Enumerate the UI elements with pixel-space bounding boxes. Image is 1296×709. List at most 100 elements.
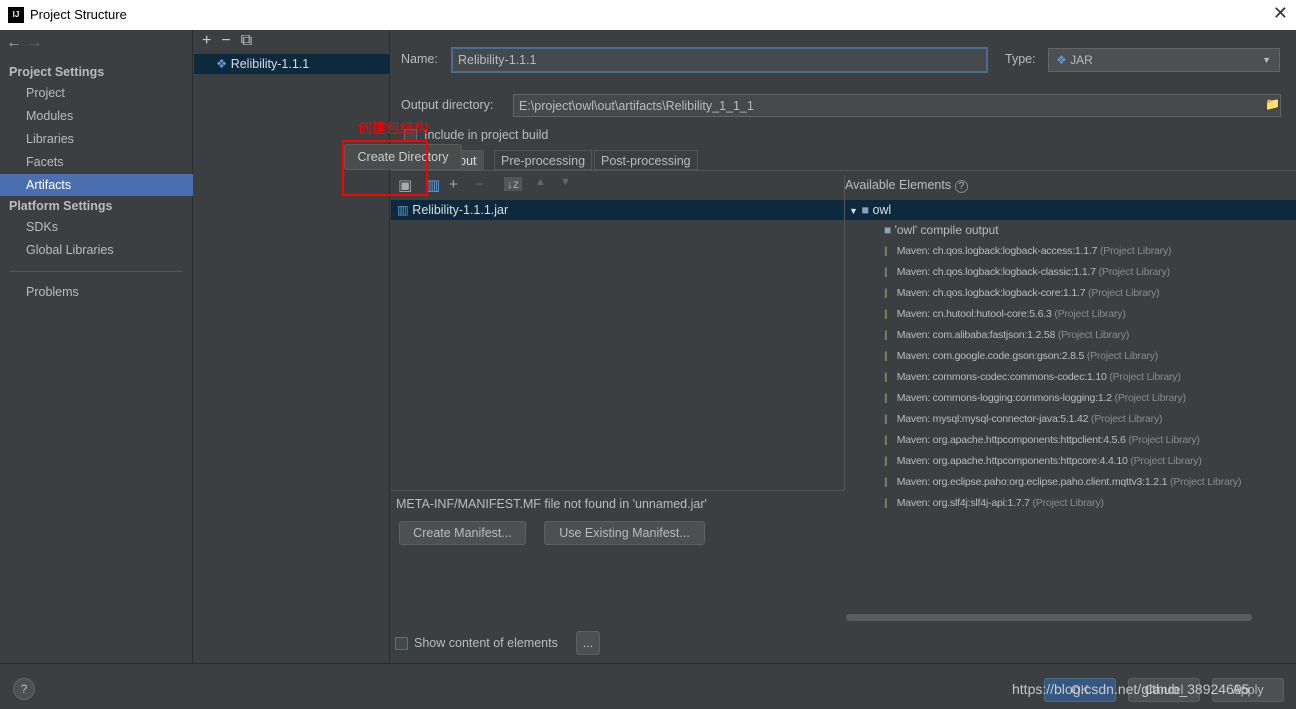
library-name: Maven: org.apache.httpcomponents:httpcli… [896,434,1126,446]
module-folder-icon: ■ [861,203,869,217]
folder-icon[interactable]: 📁 [1265,97,1280,111]
copy-icon[interactable]: ⧉ [241,32,262,49]
sidebar-item-libraries[interactable]: Libraries [26,132,74,146]
tab-pre-processing[interactable]: Pre-processing [494,150,593,170]
library-icon: ||| [884,477,888,488]
include-label: Include in project build [424,128,549,142]
library-item[interactable]: ||| Maven: ch.qos.logback:logback-classi… [884,266,1170,278]
chevron-down-icon: ▼ [1262,55,1271,65]
sidebar: ← → Project Settings Project Modules Lib… [0,30,193,663]
sidebar-item-project[interactable]: Project [26,86,65,100]
watermark: https://blog.csdn.net/github_38924695 [1012,681,1250,697]
library-name: Maven: org.slf4j:slf4j-api:1.7.7 [896,497,1030,509]
library-item[interactable]: ||| Maven: org.slf4j:slf4j-api:1.7.7 (Pr… [884,497,1104,509]
library-name: Maven: cn.hutool:hutool-core:5.6.3 [896,308,1052,320]
sidebar-item-problems[interactable]: Problems [26,285,79,299]
available-title-text: Available Elements [845,178,952,192]
library-icon: ||| [884,393,888,404]
artifact-editor: Name: Type: ❖ JAR ▼ Output directory: 📁 I… [391,30,1296,663]
library-icon: ||| [884,372,888,383]
remove-icon[interactable]: − [475,176,484,193]
title-bar: IJ Project Structure ✕ [0,0,1296,30]
library-tag: (Project Library) [1086,350,1159,362]
tree-item-jar[interactable]: ▥ Relibility-1.1.1.jar [391,200,844,220]
sidebar-item-artifacts[interactable]: Artifacts [0,174,193,196]
forward-icon[interactable]: → [26,34,42,51]
divider [391,490,844,491]
library-icon: ||| [884,351,888,362]
library-name: Maven: com.alibaba:fastjson:1.2.58 [896,329,1056,341]
create-manifest-button[interactable]: Create Manifest... [399,521,526,545]
library-item[interactable]: ||| Maven: org.apache.httpcomponents:htt… [884,455,1202,467]
platform-settings-heading: Platform Settings [9,199,113,213]
add-jar-icon[interactable]: ▥ [426,176,440,194]
jar-icon: ❖ [1056,53,1067,67]
add-icon[interactable]: + [449,176,458,193]
library-icon: ||| [884,330,888,341]
help-icon[interactable]: ? [954,180,969,193]
library-icon: ||| [884,456,888,467]
sort-icon[interactable]: ↓z [504,177,522,191]
show-content-checkbox[interactable] [395,637,408,650]
library-icon: ||| [884,288,888,299]
library-name: Maven: org.apache.httpcomponents:httpcor… [896,455,1128,467]
library-item[interactable]: ||| Maven: ch.qos.logback:logback-core:1… [884,287,1160,299]
library-item[interactable]: ||| Maven: mysql:mysql-connector-java:5.… [884,413,1163,425]
move-up-icon[interactable]: ▲ [535,176,546,188]
sidebar-item-modules[interactable]: Modules [26,109,73,123]
divider [391,170,1296,171]
tab-post-processing[interactable]: Post-processing [594,150,698,170]
output-directory-input[interactable] [513,94,1281,117]
add-icon[interactable]: + [202,32,221,49]
back-icon[interactable]: ← [6,34,22,51]
compile-output-item[interactable]: ■ 'owl' compile output [884,223,999,237]
help-button[interactable]: ? [13,678,35,700]
jar-icon: ▥ [397,203,409,217]
library-tag: (Project Library) [1114,392,1186,404]
artifact-item[interactable]: ❖ Relibility-1.1.1 [194,54,390,74]
remove-icon[interactable]: − [221,32,240,49]
sidebar-item-facets[interactable]: Facets [26,155,64,169]
library-name: Maven: commons-logging:commons-logging:1… [896,392,1112,404]
library-item[interactable]: ||| Maven: com.alibaba:fastjson:1.2.58 (… [884,329,1129,341]
window-title: Project Structure [30,7,127,22]
more-button[interactable]: ... [576,631,600,655]
name-label: Name: [401,52,438,66]
library-name: Maven: ch.qos.logback:logback-access:1.1… [896,245,1098,257]
library-icon: ||| [884,309,888,320]
library-icon: ||| [884,498,888,509]
library-name: Maven: org.eclipse.paho:org.eclipse.paho… [896,476,1168,488]
library-tag: (Project Library) [1054,308,1126,320]
artifact-label: Relibility-1.1.1 [230,57,310,71]
folder-icon: ■ [884,223,892,237]
library-item[interactable]: ||| Maven: commons-logging:commons-loggi… [884,392,1186,404]
show-content-label: Show content of elements [414,636,558,650]
library-item[interactable]: ||| Maven: org.apache.httpcomponents:htt… [884,434,1200,446]
library-item[interactable]: ||| Maven: cn.hutool:hutool-core:5.6.3 (… [884,308,1126,320]
move-down-icon[interactable]: ▼ [560,176,571,188]
library-name: Maven: ch.qos.logback:logback-core:1.1.7 [896,287,1086,299]
project-settings-heading: Project Settings [9,65,105,79]
library-tag: (Project Library) [1100,245,1172,257]
annotation-box [342,140,428,196]
app-logo: IJ [8,7,24,23]
library-item[interactable]: ||| Maven: commons-codec:commons-codec:1… [884,371,1181,383]
expand-icon: ▼ [849,206,858,216]
type-select[interactable]: ❖ JAR ▼ [1048,48,1280,72]
horizontal-scrollbar[interactable] [846,614,1252,621]
library-item[interactable]: ||| Maven: com.google.code.gson:gson:2.8… [884,350,1158,362]
tree-item-owl[interactable]: ▼ ■ owl [845,200,1296,220]
name-input[interactable] [451,47,988,73]
library-item[interactable]: ||| Maven: ch.qos.logback:logback-access… [884,245,1171,257]
library-icon: ||| [884,435,888,446]
library-tag: (Project Library) [1109,371,1181,383]
type-label: Type: [1005,52,1036,66]
library-item[interactable]: ||| Maven: org.eclipse.paho:org.eclipse.… [884,476,1241,488]
sidebar-item-sdks[interactable]: SDKs [26,220,58,234]
library-tag: (Project Library) [1057,329,1130,341]
use-existing-manifest-button[interactable]: Use Existing Manifest... [544,521,705,545]
sidebar-item-global-libraries[interactable]: Global Libraries [26,243,114,257]
library-icon: ||| [884,267,888,278]
library-name: Maven: ch.qos.logback:logback-classic:1.… [896,266,1096,278]
close-icon[interactable]: ✕ [1273,3,1288,24]
